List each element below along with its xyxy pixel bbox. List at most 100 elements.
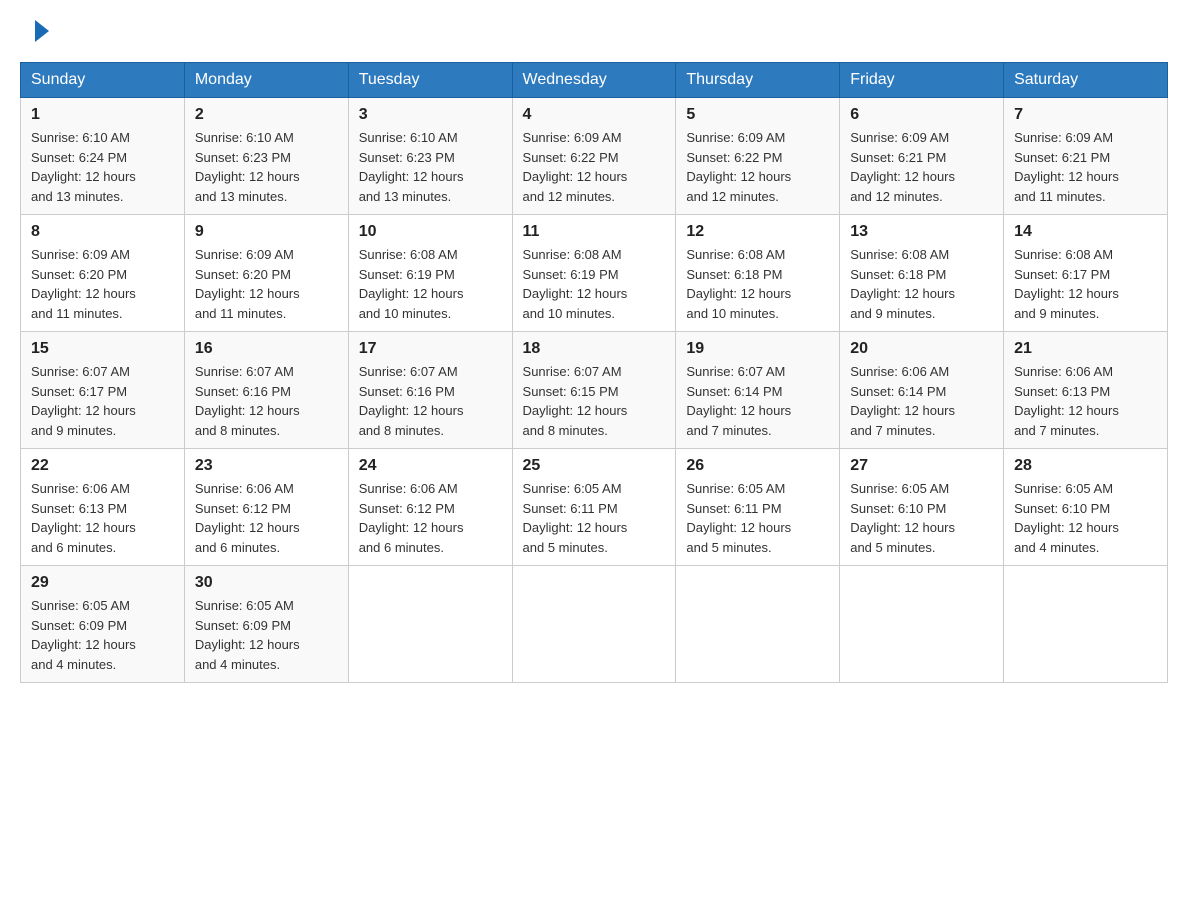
day-info: Sunrise: 6:08 AMSunset: 6:17 PMDaylight:…: [1014, 245, 1157, 323]
day-info: Sunrise: 6:09 AMSunset: 6:20 PMDaylight:…: [195, 245, 338, 323]
day-of-week-header: Tuesday: [348, 63, 512, 98]
day-info: Sunrise: 6:06 AMSunset: 6:13 PMDaylight:…: [31, 479, 174, 557]
day-number: 19: [686, 340, 829, 358]
calendar-day-cell: 16 Sunrise: 6:07 AMSunset: 6:16 PMDayligh…: [184, 332, 348, 449]
day-of-week-header: Wednesday: [512, 63, 676, 98]
calendar-week-row: 1 Sunrise: 6:10 AMSunset: 6:24 PMDaylight…: [21, 98, 1168, 215]
day-number: 12: [686, 223, 829, 241]
calendar-day-cell: [840, 566, 1004, 683]
day-number: 8: [31, 223, 174, 241]
day-number: 20: [850, 340, 993, 358]
day-number: 6: [850, 106, 993, 124]
day-number: 7: [1014, 106, 1157, 124]
calendar-day-cell: 5 Sunrise: 6:09 AMSunset: 6:22 PMDaylight…: [676, 98, 840, 215]
day-info: Sunrise: 6:07 AMSunset: 6:14 PMDaylight:…: [686, 362, 829, 440]
calendar-day-cell: 17 Sunrise: 6:07 AMSunset: 6:16 PMDayligh…: [348, 332, 512, 449]
day-info: Sunrise: 6:05 AMSunset: 6:09 PMDaylight:…: [195, 596, 338, 674]
day-number: 4: [523, 106, 666, 124]
calendar-table: SundayMondayTuesdayWednesdayThursdayFrid…: [20, 62, 1168, 683]
day-info: Sunrise: 6:08 AMSunset: 6:18 PMDaylight:…: [686, 245, 829, 323]
calendar-day-cell: 6 Sunrise: 6:09 AMSunset: 6:21 PMDaylight…: [840, 98, 1004, 215]
calendar-header-row: SundayMondayTuesdayWednesdayThursdayFrid…: [21, 63, 1168, 98]
calendar-day-cell: 30 Sunrise: 6:05 AMSunset: 6:09 PMDayligh…: [184, 566, 348, 683]
day-info: Sunrise: 6:07 AMSunset: 6:16 PMDaylight:…: [359, 362, 502, 440]
calendar-day-cell: 25Sunrise: 6:05 AMSunset: 6:11 PMDayligh…: [512, 449, 676, 566]
page-header: [20, 20, 1168, 42]
day-number: 3: [359, 106, 502, 124]
day-number: 28: [1014, 457, 1157, 475]
day-info: Sunrise: 6:08 AMSunset: 6:19 PMDaylight:…: [523, 245, 666, 323]
day-of-week-header: Saturday: [1004, 63, 1168, 98]
calendar-day-cell: 2 Sunrise: 6:10 AMSunset: 6:23 PMDaylight…: [184, 98, 348, 215]
calendar-day-cell: [348, 566, 512, 683]
day-of-week-header: Sunday: [21, 63, 185, 98]
calendar-day-cell: [676, 566, 840, 683]
day-number: 1: [31, 106, 174, 124]
calendar-day-cell: 22 Sunrise: 6:06 AMSunset: 6:13 PMDayligh…: [21, 449, 185, 566]
calendar-day-cell: 3 Sunrise: 6:10 AMSunset: 6:23 PMDaylight…: [348, 98, 512, 215]
day-info: Sunrise: 6:09 AMSunset: 6:22 PMDaylight:…: [686, 128, 829, 206]
day-info: Sunrise: 6:09 AMSunset: 6:20 PMDaylight:…: [31, 245, 174, 323]
day-number: 18: [523, 340, 666, 358]
calendar-day-cell: 21 Sunrise: 6:06 AMSunset: 6:13 PMDayligh…: [1004, 332, 1168, 449]
calendar-day-cell: 14 Sunrise: 6:08 AMSunset: 6:17 PMDayligh…: [1004, 215, 1168, 332]
calendar-day-cell: [512, 566, 676, 683]
day-of-week-header: Friday: [840, 63, 1004, 98]
logo: [20, 20, 48, 42]
day-number: 22: [31, 457, 174, 475]
day-number: 16: [195, 340, 338, 358]
day-number: 13: [850, 223, 993, 241]
day-info: Sunrise: 6:09 AMSunset: 6:22 PMDaylight:…: [523, 128, 666, 206]
day-number: 9: [195, 223, 338, 241]
day-info: Sunrise: 6:05 AMSunset: 6:10 PMDaylight:…: [850, 479, 993, 557]
calendar-day-cell: 8 Sunrise: 6:09 AMSunset: 6:20 PMDaylight…: [21, 215, 185, 332]
day-number: 15: [31, 340, 174, 358]
day-info: Sunrise: 6:05 AMSunset: 6:11 PMDaylight:…: [686, 479, 829, 557]
day-info: Sunrise: 6:08 AMSunset: 6:19 PMDaylight:…: [359, 245, 502, 323]
calendar-day-cell: 12 Sunrise: 6:08 AMSunset: 6:18 PMDayligh…: [676, 215, 840, 332]
day-number: 17: [359, 340, 502, 358]
day-number: 10: [359, 223, 502, 241]
day-number: 23: [195, 457, 338, 475]
calendar-day-cell: 18Sunrise: 6:07 AMSunset: 6:15 PMDayligh…: [512, 332, 676, 449]
day-info: Sunrise: 6:05 AMSunset: 6:09 PMDaylight:…: [31, 596, 174, 674]
day-info: Sunrise: 6:09 AMSunset: 6:21 PMDaylight:…: [850, 128, 993, 206]
day-info: Sunrise: 6:10 AMSunset: 6:23 PMDaylight:…: [359, 128, 502, 206]
day-info: Sunrise: 6:10 AMSunset: 6:23 PMDaylight:…: [195, 128, 338, 206]
calendar-week-row: 22 Sunrise: 6:06 AMSunset: 6:13 PMDayligh…: [21, 449, 1168, 566]
day-number: 30: [195, 574, 338, 592]
day-number: 2: [195, 106, 338, 124]
calendar-day-cell: 29 Sunrise: 6:05 AMSunset: 6:09 PMDayligh…: [21, 566, 185, 683]
calendar-day-cell: 15 Sunrise: 6:07 AMSunset: 6:17 PMDayligh…: [21, 332, 185, 449]
calendar-day-cell: 23 Sunrise: 6:06 AMSunset: 6:12 PMDayligh…: [184, 449, 348, 566]
day-number: 5: [686, 106, 829, 124]
day-of-week-header: Monday: [184, 63, 348, 98]
day-info: Sunrise: 6:06 AMSunset: 6:12 PMDaylight:…: [195, 479, 338, 557]
logo-flag-icon: [21, 20, 49, 42]
calendar-week-row: 8 Sunrise: 6:09 AMSunset: 6:20 PMDaylight…: [21, 215, 1168, 332]
calendar-day-cell: 24 Sunrise: 6:06 AMSunset: 6:12 PMDayligh…: [348, 449, 512, 566]
day-info: Sunrise: 6:05 AMSunset: 6:11 PMDaylight:…: [523, 479, 666, 557]
day-info: Sunrise: 6:06 AMSunset: 6:13 PMDaylight:…: [1014, 362, 1157, 440]
day-info: Sunrise: 6:06 AMSunset: 6:14 PMDaylight:…: [850, 362, 993, 440]
day-info: Sunrise: 6:06 AMSunset: 6:12 PMDaylight:…: [359, 479, 502, 557]
day-number: 26: [686, 457, 829, 475]
day-info: Sunrise: 6:07 AMSunset: 6:17 PMDaylight:…: [31, 362, 174, 440]
day-info: Sunrise: 6:07 AMSunset: 6:16 PMDaylight:…: [195, 362, 338, 440]
calendar-day-cell: 28 Sunrise: 6:05 AMSunset: 6:10 PMDayligh…: [1004, 449, 1168, 566]
calendar-day-cell: 13Sunrise: 6:08 AMSunset: 6:18 PMDayligh…: [840, 215, 1004, 332]
day-number: 14: [1014, 223, 1157, 241]
day-info: Sunrise: 6:10 AMSunset: 6:24 PMDaylight:…: [31, 128, 174, 206]
calendar-week-row: 29 Sunrise: 6:05 AMSunset: 6:09 PMDayligh…: [21, 566, 1168, 683]
calendar-day-cell: 7 Sunrise: 6:09 AMSunset: 6:21 PMDaylight…: [1004, 98, 1168, 215]
day-number: 21: [1014, 340, 1157, 358]
day-info: Sunrise: 6:05 AMSunset: 6:10 PMDaylight:…: [1014, 479, 1157, 557]
calendar-day-cell: 10 Sunrise: 6:08 AMSunset: 6:19 PMDayligh…: [348, 215, 512, 332]
day-number: 24: [359, 457, 502, 475]
calendar-day-cell: 27Sunrise: 6:05 AMSunset: 6:10 PMDayligh…: [840, 449, 1004, 566]
day-of-week-header: Thursday: [676, 63, 840, 98]
day-info: Sunrise: 6:09 AMSunset: 6:21 PMDaylight:…: [1014, 128, 1157, 206]
calendar-day-cell: [1004, 566, 1168, 683]
calendar-day-cell: 1 Sunrise: 6:10 AMSunset: 6:24 PMDaylight…: [21, 98, 185, 215]
day-number: 29: [31, 574, 174, 592]
